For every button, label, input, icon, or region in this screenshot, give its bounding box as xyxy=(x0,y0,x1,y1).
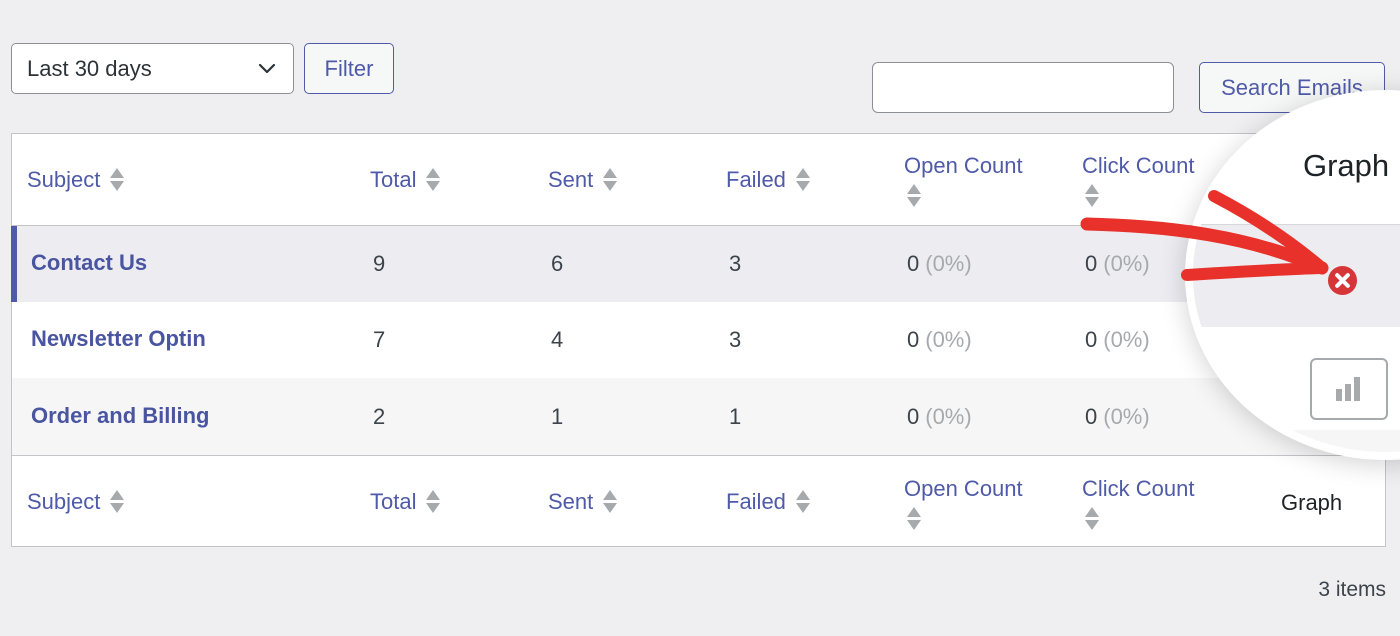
column-label: Open Count xyxy=(904,153,1023,178)
click-count-cell: 0 (0%) xyxy=(1085,404,1150,430)
active-row-indicator xyxy=(11,226,17,302)
footer-column-total[interactable]: Total xyxy=(370,489,441,515)
total-value: 9 xyxy=(373,251,386,276)
click-count-percent: (0%) xyxy=(1103,404,1150,429)
column-label: Click Count xyxy=(1082,476,1195,501)
table-footer-header: Subject Total Sent Failed Open Count Cli… xyxy=(12,455,1385,546)
open-count-percent: (0%) xyxy=(925,327,972,352)
failed-value: 1 xyxy=(729,404,742,429)
column-header-click-count[interactable]: Click Count xyxy=(1082,153,1194,209)
footer-column-click-count[interactable]: Click Count xyxy=(1082,476,1194,532)
column-label: Sent xyxy=(548,167,594,192)
footer-column-graph: Graph xyxy=(1281,490,1343,515)
footer-column-failed[interactable]: Failed xyxy=(726,489,810,515)
sort-icon xyxy=(110,489,125,515)
open-count-cell: 0 (0%) xyxy=(907,404,972,430)
click-count-percent: (0%) xyxy=(1103,327,1150,352)
sort-icon xyxy=(426,167,441,193)
magnifier-callout: Graph xyxy=(1185,90,1400,460)
open-count-value: 0 xyxy=(907,404,920,429)
click-count-percent: (0%) xyxy=(1103,251,1150,276)
sort-icon xyxy=(426,489,441,515)
total-value: 7 xyxy=(373,327,386,352)
sort-icon xyxy=(795,489,810,515)
graph-column-header: Graph xyxy=(1303,148,1390,183)
failed-value: 3 xyxy=(729,251,742,276)
failed-value: 3 xyxy=(729,327,742,352)
subject-link[interactable]: Contact Us xyxy=(31,250,147,276)
table-row: Newsletter Optin 7 4 3 0 (0%) 0 (0%) xyxy=(12,302,1385,378)
sort-icon xyxy=(1085,183,1099,209)
date-range-select[interactable]: Last 30 days xyxy=(11,43,294,94)
table-row: Contact Us 9 6 3 0 (0%) 0 (0%) xyxy=(11,226,1385,302)
column-header-sent[interactable]: Sent xyxy=(548,167,618,193)
sort-icon xyxy=(603,489,618,515)
open-count-value: 0 xyxy=(907,251,920,276)
column-label: Subject xyxy=(27,489,101,514)
date-range-value: Last 30 days xyxy=(27,55,152,81)
column-header-failed[interactable]: Failed xyxy=(726,167,810,193)
sent-value: 4 xyxy=(551,327,564,352)
sent-value: 1 xyxy=(551,404,564,429)
subject-link[interactable]: Order and Billing xyxy=(31,403,209,429)
view-graph-button[interactable] xyxy=(1310,358,1388,420)
sent-value: 6 xyxy=(551,251,564,276)
sort-icon xyxy=(1085,506,1099,532)
open-count-cell: 0 (0%) xyxy=(907,327,972,353)
click-count-value: 0 xyxy=(1085,327,1098,352)
footer-column-open-count[interactable]: Open Count xyxy=(904,476,1023,532)
column-label: Sent xyxy=(548,489,594,514)
bar-chart-icon xyxy=(1336,377,1360,401)
click-count-cell: 0 (0%) xyxy=(1085,327,1150,353)
total-value: 2 xyxy=(373,404,386,429)
subject-link[interactable]: Newsletter Optin xyxy=(31,326,206,352)
open-count-percent: (0%) xyxy=(925,404,972,429)
footer-column-subject[interactable]: Subject xyxy=(27,489,125,515)
email-summary-page: Last 30 days Filter Search Emails Subjec… xyxy=(0,0,1400,636)
sort-icon xyxy=(603,167,618,193)
open-count-cell: 0 (0%) xyxy=(907,251,972,277)
table-row: Order and Billing 2 1 1 0 (0%) 0 (0%) xyxy=(12,378,1385,455)
column-label: Failed xyxy=(726,489,786,514)
column-label: Failed xyxy=(726,167,786,192)
sort-icon xyxy=(110,167,125,193)
open-count-percent: (0%) xyxy=(925,251,972,276)
column-label: Click Count xyxy=(1082,153,1195,178)
footer-column-sent[interactable]: Sent xyxy=(548,489,618,515)
click-count-cell: 0 (0%) xyxy=(1085,251,1150,277)
column-label: Subject xyxy=(27,167,101,192)
click-count-value: 0 xyxy=(1085,404,1098,429)
column-label: Total xyxy=(370,489,417,514)
chevron-down-icon xyxy=(258,63,276,74)
items-count: 3 items xyxy=(1318,578,1386,601)
search-emails-input[interactable] xyxy=(872,62,1174,113)
sort-icon xyxy=(907,183,921,209)
table-header: Subject Total Sent Failed Open Count Cli… xyxy=(12,134,1385,226)
open-count-value: 0 xyxy=(907,327,920,352)
emails-table: Subject Total Sent Failed Open Count Cli… xyxy=(11,133,1386,547)
sort-icon xyxy=(795,167,810,193)
error-icon[interactable] xyxy=(1327,265,1358,296)
column-label: Total xyxy=(370,167,417,192)
column-label: Open Count xyxy=(904,476,1023,501)
column-header-subject[interactable]: Subject xyxy=(27,167,125,193)
column-header-open-count[interactable]: Open Count xyxy=(904,153,1023,209)
filter-button[interactable]: Filter xyxy=(304,43,394,94)
sort-icon xyxy=(907,506,921,532)
column-header-total[interactable]: Total xyxy=(370,167,441,193)
click-count-value: 0 xyxy=(1085,251,1098,276)
